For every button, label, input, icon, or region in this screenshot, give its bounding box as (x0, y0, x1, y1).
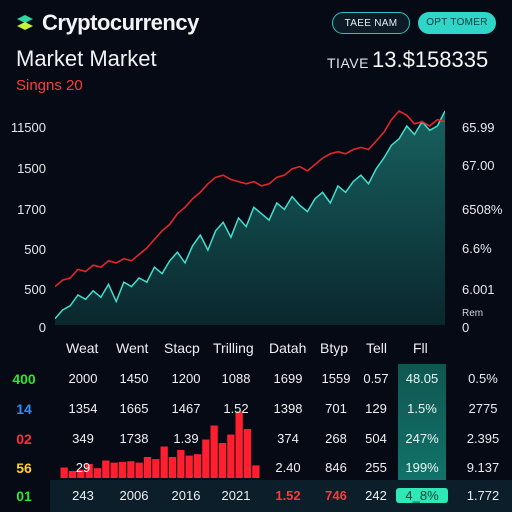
option-button[interactable]: OPT TOMER (418, 12, 496, 34)
app-header: Cryptocurrency TAEE NAM OPT TOMER (14, 8, 498, 38)
column-header[interactable]: Datah (269, 340, 306, 356)
volume-bar (193, 454, 202, 478)
volume-bar (177, 450, 185, 478)
column-header[interactable]: Trilling (213, 340, 254, 356)
table-cell: 1088 (221, 371, 251, 386)
crypto-logo-icon (17, 15, 33, 30)
y-tick-left: 11500 (10, 120, 46, 135)
volume-bar (185, 455, 193, 478)
table-cell: 1738 (119, 431, 149, 446)
table-cell: 2.395 (466, 431, 500, 446)
column-header[interactable]: Went (116, 340, 148, 356)
y-tick-right: 67.00 (462, 158, 495, 173)
row-label: 400 (12, 371, 36, 387)
table-cell: 29 (75, 460, 91, 475)
table-cell: 1665 (119, 401, 149, 416)
app-title: Cryptocurrency (42, 10, 199, 35)
column-header[interactable]: Btyp (320, 340, 348, 356)
table-cell: 1.772 (466, 488, 500, 503)
volume-bar (218, 443, 227, 478)
y-tick-left: 0 (38, 320, 46, 335)
volume-bar (243, 429, 252, 478)
table-cell: 1450 (119, 371, 149, 386)
row-label: 01 (16, 488, 32, 504)
market-title: Market Market (16, 46, 157, 71)
table-cell: 0.5% (468, 371, 498, 386)
table-cell: 199% (405, 460, 439, 475)
volume-bar (227, 434, 235, 478)
volume-bar (143, 457, 152, 478)
y-tick-right: 6.6% (462, 241, 492, 256)
volume-bar (127, 461, 135, 478)
y-tick-right: 6508% (462, 202, 503, 217)
table-cell: 9.137 (466, 460, 500, 475)
y-tick-right: 65.99 (462, 120, 495, 135)
row-label: 56 (16, 460, 32, 476)
y-tick-right: Rem (462, 308, 484, 319)
app-logo: Cryptocurrency (14, 10, 199, 36)
column-header[interactable]: Tell (366, 340, 387, 356)
volume-bar (168, 457, 177, 478)
table-cell: 1.5% (407, 401, 437, 416)
row-label: 14 (16, 401, 32, 417)
table-cell: 2021 (221, 488, 251, 503)
volume-bar (118, 461, 127, 478)
table-cell: 2006 (119, 488, 149, 503)
table-cell: 1.39 (173, 431, 199, 446)
y-tick-right: 6.001 (462, 282, 495, 297)
price-value: 13.$158335 (372, 47, 489, 72)
y-tick-left: 500 (24, 242, 46, 257)
column-header[interactable]: Weat (66, 340, 98, 356)
volume-bar (152, 459, 160, 478)
column-header[interactable]: Fll (413, 340, 428, 356)
volume-bar (235, 411, 243, 478)
y-tick-left: 500 (24, 282, 46, 297)
table-cell: 4_8% (396, 488, 448, 503)
y-tick-left: 1700 (17, 202, 46, 217)
signals-label: Singns 20 (16, 77, 83, 94)
row-label: 02 (16, 431, 32, 447)
table-cell: 247% (405, 431, 439, 446)
table-cell: 2775 (468, 401, 498, 416)
volume-bar (135, 462, 143, 478)
price-label: TIAVE (327, 55, 369, 71)
price-chart (55, 109, 445, 325)
table-cell: 1.52 (223, 401, 249, 416)
trade-button[interactable]: TAEE NAM (332, 12, 410, 34)
table-cell: 48.05 (405, 371, 439, 386)
y-tick-left: 1500 (17, 161, 46, 176)
y-tick-right: 0 (462, 320, 470, 335)
volume-bar (160, 446, 168, 478)
column-header[interactable]: Stacp (164, 340, 200, 356)
